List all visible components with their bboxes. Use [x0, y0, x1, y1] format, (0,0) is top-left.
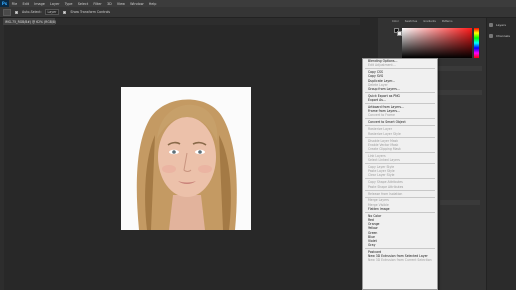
portrait-photo: [121, 87, 251, 230]
context-menu-item: Convert to Frame: [368, 113, 395, 118]
menu-separator: [365, 91, 435, 93]
channels-panel-button[interactable]: Channels: [487, 32, 516, 40]
color-picker-field[interactable]: [402, 28, 472, 58]
move-tool-icon[interactable]: [3, 8, 11, 16]
context-menu-item[interactable]: Export As...: [363, 98, 437, 102]
collapsed-panels: Layers Channels: [486, 18, 516, 290]
tab-patterns[interactable]: Patterns: [442, 20, 453, 25]
menu-separator: [365, 68, 435, 70]
tab-color[interactable]: Color: [392, 20, 399, 25]
context-menu-item: Select Linked Layers: [368, 158, 400, 163]
auto-select-dropdown[interactable]: Layer: [44, 9, 60, 15]
canvas-image[interactable]: [121, 87, 251, 230]
auto-select-label: Auto-Select:: [22, 10, 42, 14]
layers-icon: [489, 23, 493, 27]
context-menu-item: New 3D Extrusion from Current Selection: [368, 258, 432, 263]
tools-panel: [0, 25, 4, 290]
menu-separator: [365, 118, 435, 120]
hue-slider[interactable]: [474, 28, 479, 58]
menu-3d[interactable]: 3D: [104, 2, 114, 6]
menu-separator: [365, 211, 435, 213]
color-panel-tabs: Color Swatches Gradients Patterns: [392, 20, 486, 25]
context-menu-item: Release from Isolation: [368, 191, 403, 196]
document-tab-bar: IMG-75_RGB/8#) @ 62% (RGB/8): [0, 18, 360, 25]
menu-help[interactable]: Help: [146, 2, 159, 6]
menu-separator: [365, 151, 435, 153]
context-menu-item[interactable]: Gray: [363, 243, 437, 247]
layers-panel-button[interactable]: Layers: [487, 21, 516, 29]
menu-separator: [365, 189, 435, 191]
menu-layer[interactable]: Layer: [47, 2, 62, 6]
menu-file[interactable]: File: [9, 2, 20, 6]
tab-swatches[interactable]: Swatches: [405, 20, 417, 25]
menu-image[interactable]: Image: [32, 2, 48, 6]
context-menu-item: Edit Adjustment...: [368, 63, 396, 68]
menu-separator: [365, 163, 435, 165]
panel-row: [440, 200, 480, 205]
menu-separator: [365, 103, 435, 105]
menu-window[interactable]: Window: [128, 2, 147, 6]
layer-context-menu: Blending Options... Edit Adjustment... Cop…: [362, 58, 438, 290]
menu-select[interactable]: Select: [75, 2, 91, 6]
transform-controls-checkbox[interactable]: [63, 10, 67, 14]
context-menu-item: Clear Layer Style: [368, 173, 395, 178]
menu-separator: [365, 196, 435, 198]
menu-filter[interactable]: Filter: [91, 2, 105, 6]
channels-icon: [489, 34, 493, 38]
app-logo: Ps: [0, 0, 9, 7]
layers-label: Layers: [496, 23, 506, 27]
menu-separator: [365, 178, 435, 180]
menu-bar: Ps File Edit Image Layer Type Select Fil…: [0, 0, 516, 7]
auto-select-checkbox[interactable]: [15, 10, 18, 14]
context-menu-item: Create Clipping Mask: [368, 146, 401, 151]
context-menu-item[interactable]: Flatten Image: [363, 207, 437, 211]
transform-controls-label: Show Transform Controls: [70, 10, 111, 14]
tab-gradients[interactable]: Gradients: [423, 20, 436, 25]
context-menu-item: Paste Shape Attributes: [368, 184, 404, 189]
menu-separator: [365, 125, 435, 127]
options-bar: Auto-Select: Layer Show Transform Contro…: [0, 7, 516, 18]
context-menu-item[interactable]: Convert to Smart Object: [363, 120, 437, 124]
menu-type[interactable]: Type: [62, 2, 75, 6]
channels-label: Channels: [496, 34, 510, 38]
menu-view[interactable]: View: [114, 2, 127, 6]
menu-edit[interactable]: Edit: [20, 2, 32, 6]
menu-separator: [365, 136, 435, 138]
context-menu-item[interactable]: Group from Layers...: [363, 87, 437, 91]
menu-separator: [365, 248, 435, 250]
context-menu-item: Rasterize Layer Style: [368, 131, 401, 136]
document-tab[interactable]: IMG-75_RGB/8#) @ 62% (RGB/8): [3, 18, 56, 25]
